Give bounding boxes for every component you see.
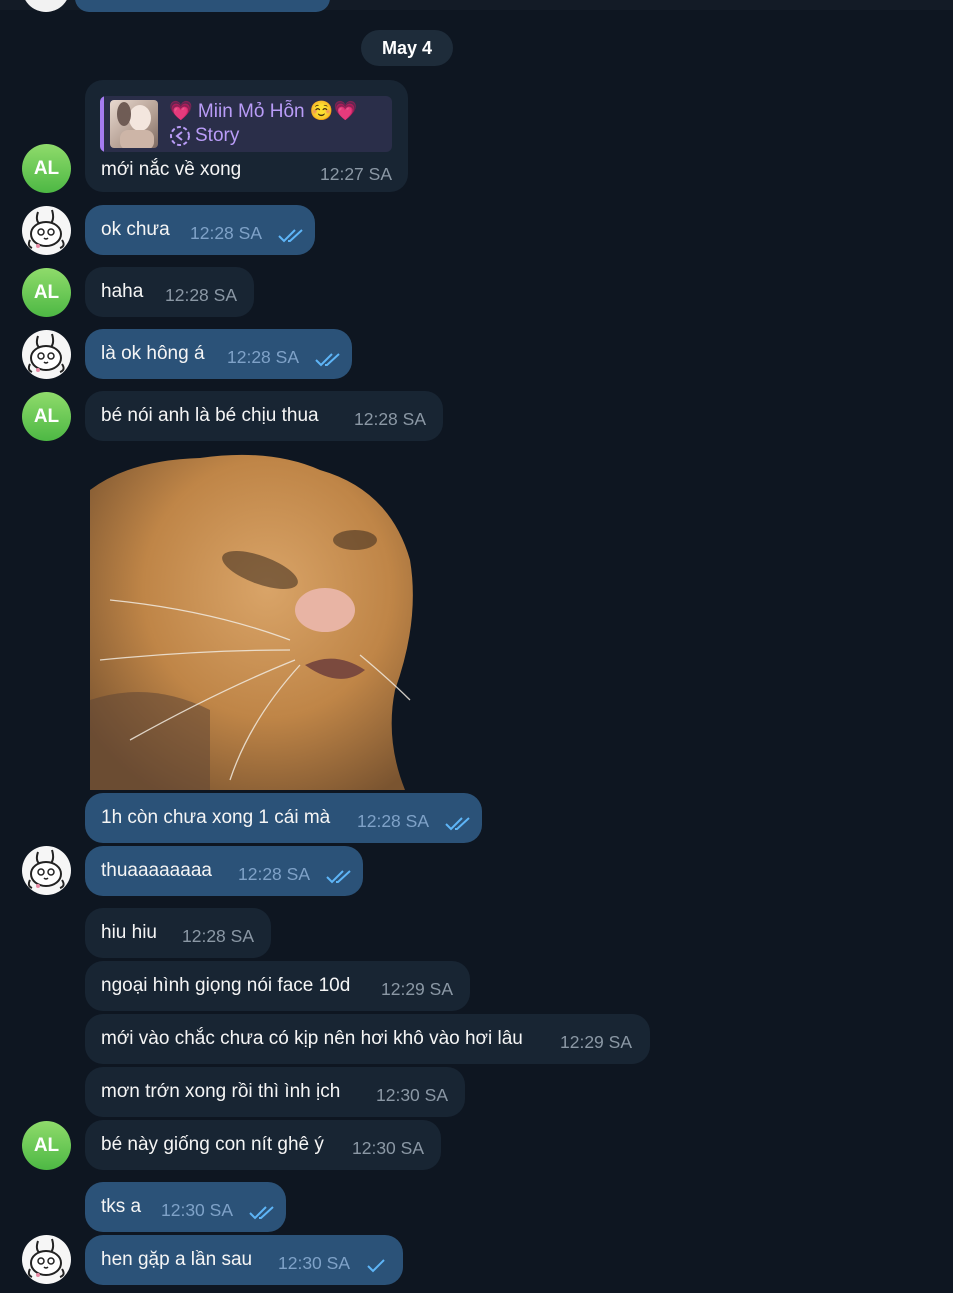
avatar-al[interactable]: AL — [22, 144, 71, 193]
message-time: 12:28 SA — [238, 864, 310, 884]
message-bubble[interactable]: tks a 12:30 SA — [85, 1182, 286, 1232]
message-bubble[interactable]: ngoại hình giọng nói face 10d 12:29 SA — [85, 961, 470, 1011]
story-icon — [170, 126, 190, 146]
avatar-initials: AL — [33, 1134, 60, 1156]
message-text: bé nói anh là bé chịu thua — [101, 405, 319, 426]
reply-preview[interactable]: 💗 Miin Mỏ Hỗn ☺️💗 Story — [100, 96, 392, 152]
message-text: mới vào chắc chưa có kịp nên hơi khô vào… — [101, 1028, 523, 1049]
avatar-bunny[interactable] — [22, 330, 71, 379]
avatar-initials: AL — [33, 405, 60, 427]
message-text: mới nắc về xong — [101, 159, 242, 180]
message-time: 12:28 SA — [165, 285, 237, 305]
message-text: mơn trớn xong rồi thì ình ịch — [101, 1081, 341, 1102]
bunny-sticker-icon — [27, 209, 65, 249]
bunny-sticker-icon — [27, 333, 65, 373]
message-bubble[interactable]: thuaaaaaaaa 12:28 SA — [85, 846, 363, 896]
reply-author: 💗 Miin Mỏ Hỗn ☺️💗 — [169, 101, 358, 122]
read-ticks-icon — [315, 352, 343, 368]
avatar-initials: AL — [33, 281, 60, 303]
message-bubble[interactable]: hen gặp a lần sau 12:30 SA — [85, 1235, 403, 1285]
message-bubble[interactable]: 1h còn chưa xong 1 cái mà 12:28 SA — [85, 793, 482, 843]
avatar-al[interactable]: AL — [22, 392, 71, 441]
bunny-sticker-icon — [27, 849, 65, 889]
sent-tick-icon — [366, 1258, 394, 1274]
avatar-initials: AL — [33, 157, 60, 179]
message-bubble[interactable]: haha 12:28 SA — [85, 267, 254, 317]
message-text: hiu hiu — [101, 922, 157, 943]
message-text: là ok hông á — [101, 343, 205, 364]
message-text: ok chưa — [101, 219, 170, 240]
message-time: 12:30 SA — [161, 1200, 233, 1220]
read-ticks-icon — [326, 869, 354, 885]
avatar-bunny[interactable] — [22, 1235, 71, 1284]
message-bubble[interactable]: bé nói anh là bé chịu thua 12:28 SA — [85, 391, 443, 441]
message-text: 1h còn chưa xong 1 cái mà — [101, 807, 331, 828]
avatar-al[interactable]: AL — [22, 268, 71, 317]
message-time: 12:30 SA — [376, 1085, 448, 1105]
message-text: thuaaaaaaaa — [101, 860, 212, 881]
reply-accent-bar — [100, 96, 104, 152]
bunny-sticker-icon — [27, 1238, 65, 1278]
message-time: 12:29 SA — [560, 1032, 632, 1052]
message-bubble[interactable]: ok chưa 12:28 SA — [85, 205, 315, 255]
message-time: 12:30 SA — [352, 1138, 424, 1158]
message-bubble[interactable]: hiu hiu 12:28 SA — [85, 908, 271, 958]
message-bubble[interactable]: bé này giống con nít ghê ý 12:30 SA — [85, 1120, 441, 1170]
avatar-al[interactable]: AL — [22, 1121, 71, 1170]
read-ticks-icon — [278, 228, 306, 244]
message-time: 12:28 SA — [182, 926, 254, 946]
avatar-bunny[interactable] — [22, 206, 71, 255]
message-text: ngoại hình giọng nói face 10d — [101, 975, 351, 996]
message-text: hen gặp a lần sau — [101, 1249, 253, 1270]
message-time: 12:30 SA — [278, 1253, 350, 1273]
date-separator: May 4 — [361, 30, 453, 66]
story-thumbnail — [110, 100, 158, 148]
message-text: bé này giống con nít ghê ý — [101, 1134, 324, 1155]
message-bubble[interactable]: mơn trớn xong rồi thì ình ịch 12:30 SA — [85, 1067, 465, 1117]
read-ticks-icon — [445, 816, 473, 832]
message-time: 12:28 SA — [357, 811, 429, 831]
message-time: 12:28 SA — [354, 409, 426, 429]
message-time: 12:29 SA — [381, 979, 453, 999]
reply-subtitle: Story — [195, 125, 240, 146]
message-bubble[interactable]: là ok hông á 12:28 SA — [85, 329, 352, 379]
message-bubble[interactable]: mới vào chắc chưa có kịp nên hơi khô vào… — [85, 1014, 650, 1064]
message-bubble-partial[interactable] — [75, 0, 330, 12]
message-time: 12:27 SA — [320, 164, 392, 184]
message-text: tks a — [101, 1196, 142, 1217]
cat-sticker[interactable] — [90, 450, 415, 790]
message-time: 12:28 SA — [190, 223, 262, 243]
message-text: haha — [101, 281, 144, 302]
read-ticks-icon — [249, 1205, 277, 1221]
message-time: 12:28 SA — [227, 347, 299, 367]
avatar-bunny[interactable] — [22, 846, 71, 895]
